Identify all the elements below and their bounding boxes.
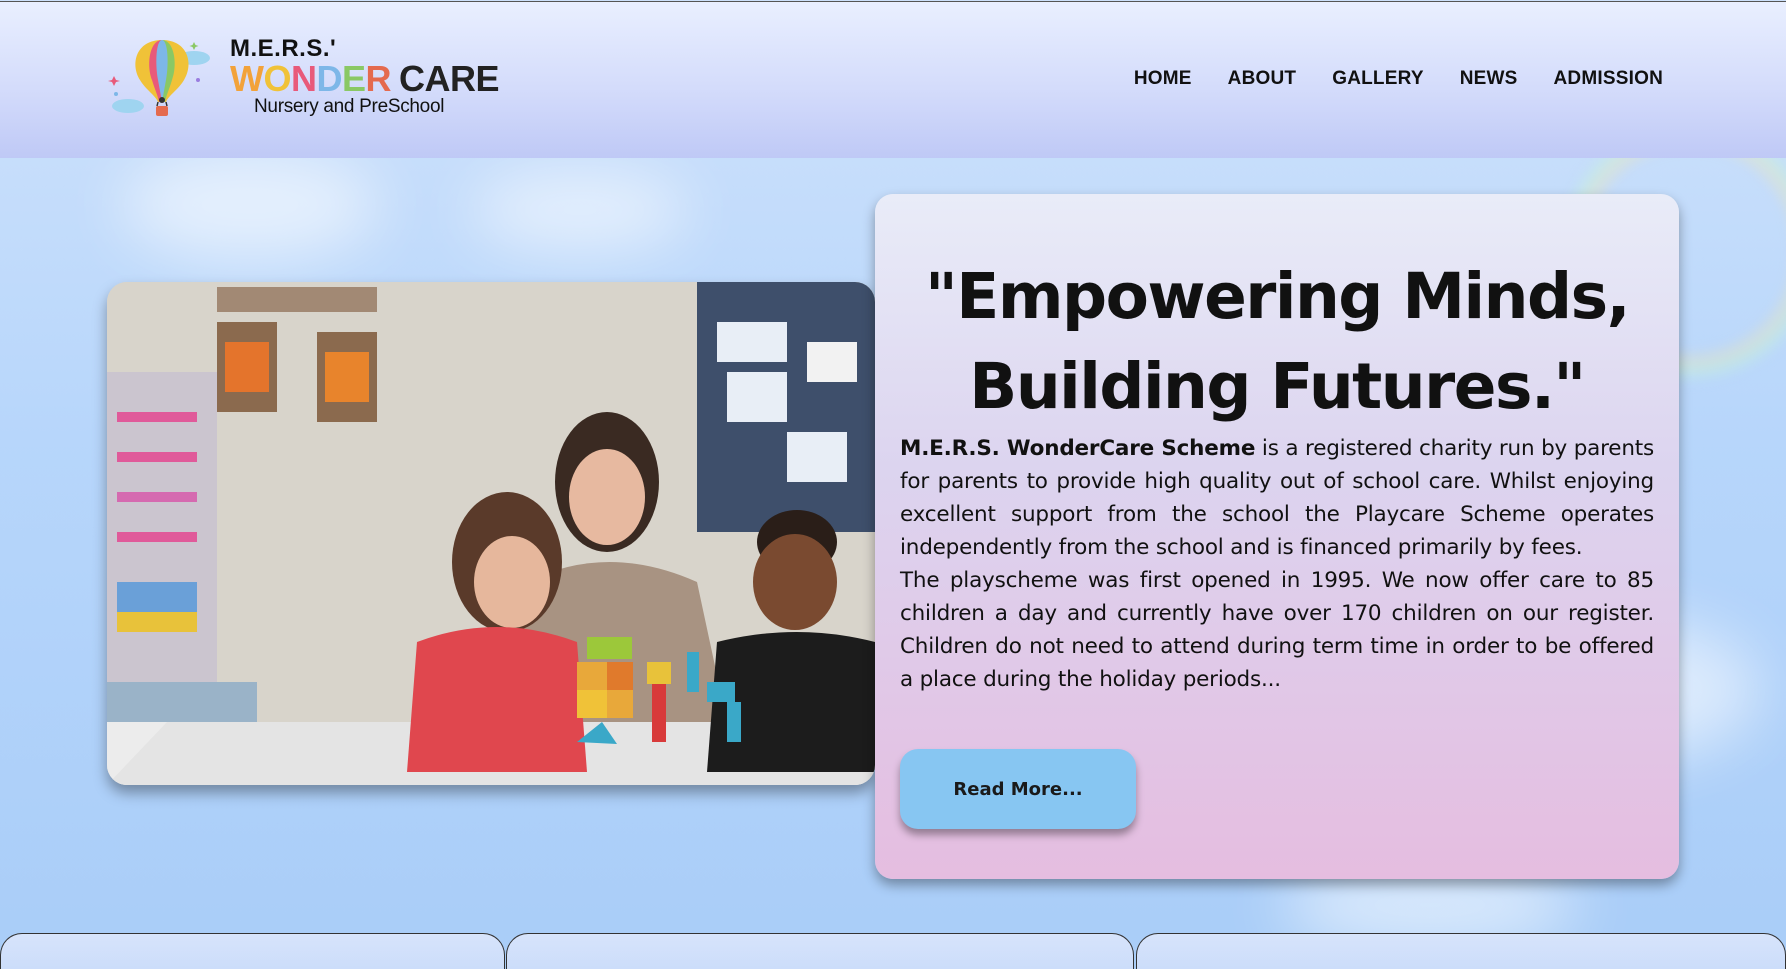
hero-intro: M.E.R.S. WonderCare Scheme is a register… bbox=[900, 432, 1654, 564]
nav-admission[interactable]: ADMISSION bbox=[1554, 68, 1663, 90]
logo-wondercare: WONDER CARE bbox=[230, 61, 500, 97]
hero-intro-bold: M.E.R.S. WonderCare Scheme bbox=[900, 436, 1256, 461]
main-nav: HOME ABOUT GALLERY NEWS ADMISSION bbox=[1098, 68, 1663, 90]
hero-image bbox=[107, 282, 875, 785]
hero-heading: "Empowering Minds, Building Futures." bbox=[924, 260, 1631, 423]
hero-card: "Empowering Minds, Building Futures." M.… bbox=[875, 194, 1679, 879]
nav-gallery[interactable]: GALLERY bbox=[1332, 68, 1423, 90]
read-more-button[interactable]: Read More... bbox=[900, 749, 1136, 829]
classroom-photo bbox=[107, 282, 875, 785]
nav-news[interactable]: NEWS bbox=[1460, 68, 1518, 90]
background-cloud bbox=[470, 170, 690, 250]
logo-letter: N bbox=[291, 58, 317, 99]
feature-card[interactable] bbox=[0, 933, 505, 969]
site-logo[interactable]: M.E.R.S.' WONDER CARE Nursery and PreScho… bbox=[106, 36, 500, 122]
logo-letter: R bbox=[365, 58, 392, 99]
logo-letter: E bbox=[342, 58, 366, 99]
logo-care: CARE bbox=[399, 58, 500, 99]
feature-card[interactable] bbox=[1136, 933, 1786, 969]
logo-letter: W bbox=[230, 58, 264, 99]
logo-letter: D bbox=[316, 58, 343, 99]
nav-home[interactable]: HOME bbox=[1134, 68, 1192, 90]
site-header: M.E.R.S.' WONDER CARE Nursery and PreScho… bbox=[0, 1, 1786, 158]
feature-card[interactable] bbox=[506, 933, 1134, 969]
logo-text: M.E.R.S.' WONDER CARE Nursery and PreScho… bbox=[230, 36, 500, 118]
hot-air-balloon-icon bbox=[108, 40, 210, 116]
hero-paragraph: The playscheme was first opened in 1995.… bbox=[900, 568, 1654, 692]
nav-about[interactable]: ABOUT bbox=[1228, 68, 1297, 90]
logo-letter: O bbox=[263, 58, 291, 99]
logo-subtitle: Nursery and PreSchool bbox=[254, 96, 445, 117]
background-cloud bbox=[120, 150, 380, 260]
